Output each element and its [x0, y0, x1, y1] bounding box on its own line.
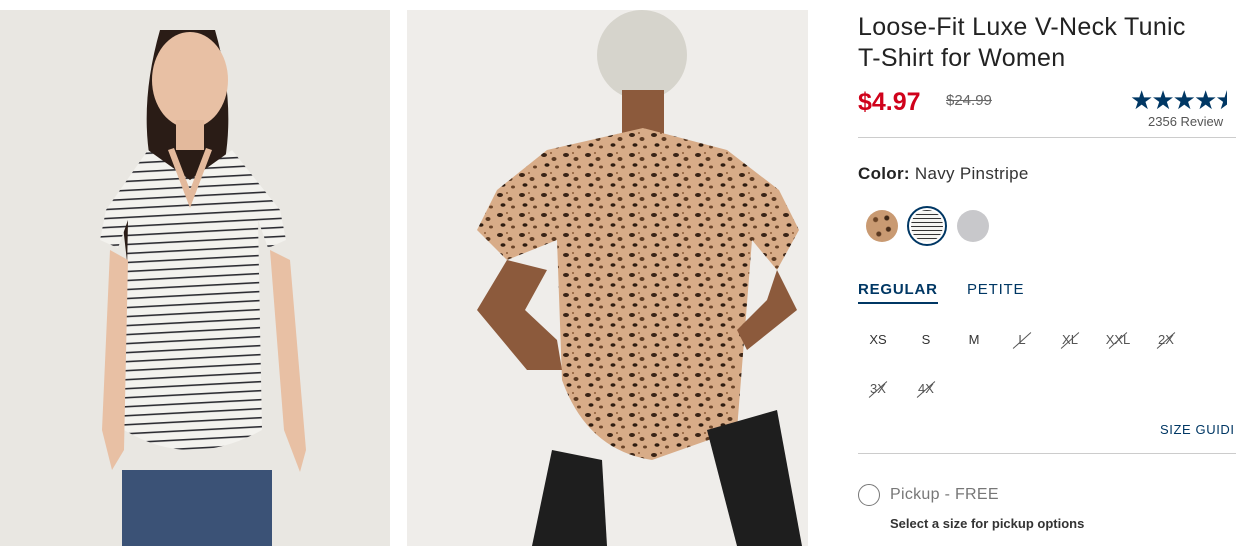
size-xl-unavailable[interactable]: XL	[1050, 332, 1090, 347]
rating-stars[interactable]: ★★★★★	[1130, 86, 1236, 114]
size-m[interactable]: M	[954, 332, 994, 347]
half-star-icon: ★	[1215, 86, 1228, 114]
review-count-link[interactable]: 2356 Review	[1148, 114, 1223, 129]
star-icon: ★	[1151, 86, 1174, 114]
divider	[858, 137, 1236, 138]
striped-tunic-photo	[0, 10, 390, 546]
color-label: Color:	[858, 164, 910, 183]
swatch-heather-grey[interactable]	[957, 210, 989, 242]
product-image-front[interactable]	[0, 10, 390, 546]
star-icon: ★	[1193, 86, 1217, 114]
size-l-unavailable[interactable]: L	[1002, 332, 1042, 347]
product-image-back[interactable]	[407, 10, 808, 546]
swatch-leopard[interactable]	[866, 210, 898, 242]
leopard-tunic-photo	[407, 10, 808, 546]
pickup-option-label[interactable]: Pickup - FREE	[890, 486, 999, 504]
original-price: $24.99	[946, 92, 992, 109]
tab-regular[interactable]: REGULAR	[858, 281, 938, 304]
product-info-panel: Loose-Fit Luxe V-Neck Tunic T-Shirt for …	[858, 0, 1236, 546]
size-3x-unavailable[interactable]: 3X	[858, 381, 898, 396]
size-4x-unavailable[interactable]: 4X	[906, 381, 946, 396]
tab-petite[interactable]: PETITE	[967, 281, 1024, 298]
size-xxl-unavailable[interactable]: XXL	[1098, 332, 1138, 347]
product-title-line1: Loose-Fit Luxe V-Neck Tunic	[858, 13, 1186, 41]
star-icon: ★	[1172, 86, 1196, 114]
sale-price: $4.97	[858, 88, 921, 116]
selected-color: Navy Pinstripe	[914, 164, 1029, 183]
size-guide-link[interactable]: SIZE GUIDI	[1160, 422, 1235, 437]
product-title: Loose-Fit Luxe V-Neck Tunic T-Shirt for …	[858, 12, 1236, 74]
pickup-note: Select a size for pickup options	[890, 516, 1085, 531]
size-s[interactable]: S	[906, 332, 946, 347]
pickup-radio[interactable]	[858, 484, 880, 506]
size-2x-unavailable[interactable]: 2X	[1146, 332, 1186, 347]
star-icon: ★	[1130, 86, 1153, 114]
divider	[858, 453, 1236, 454]
product-title-line2: T-Shirt for Women	[858, 44, 1066, 72]
size-xs[interactable]: XS	[858, 332, 898, 347]
swatch-navy-pinstripe[interactable]	[911, 210, 943, 242]
color-selection-label: Color: Navy Pinstripe	[858, 164, 1029, 184]
